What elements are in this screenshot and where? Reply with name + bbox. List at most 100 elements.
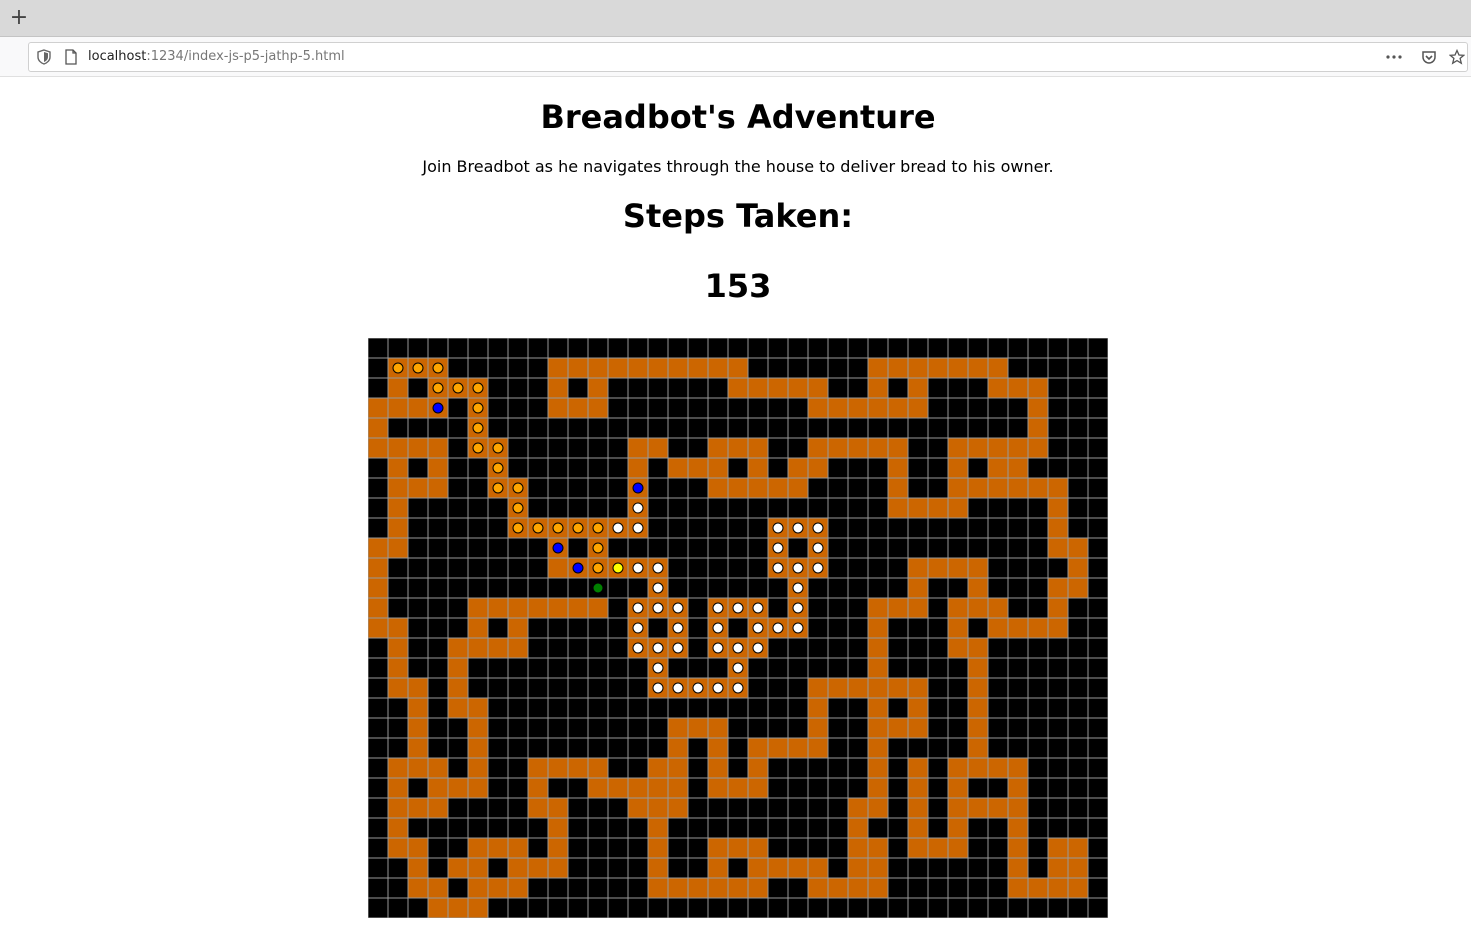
browser-tab-strip: + bbox=[0, 0, 1471, 37]
path-tile bbox=[388, 478, 408, 498]
frontier-marker bbox=[772, 542, 784, 554]
frontier-marker bbox=[732, 662, 744, 674]
path-tile bbox=[848, 798, 868, 818]
path-tile bbox=[388, 618, 408, 638]
path-tile bbox=[868, 358, 888, 378]
new-tab-button[interactable]: + bbox=[8, 4, 30, 32]
visited-marker bbox=[512, 482, 524, 494]
path-tile bbox=[888, 498, 908, 518]
path-tile bbox=[928, 558, 948, 578]
path-tile bbox=[808, 738, 828, 758]
path-tile bbox=[748, 878, 768, 898]
path-tile bbox=[948, 638, 968, 658]
path-tile bbox=[1048, 598, 1068, 618]
path-tile bbox=[1068, 858, 1088, 878]
path-tile bbox=[428, 478, 448, 498]
shield-icon[interactable] bbox=[37, 49, 51, 65]
url-text[interactable]: localhost:1234/index-js-p5-jathp-5.html bbox=[88, 48, 345, 66]
page-content: Breadbot's Adventure Join Breadbot as he… bbox=[0, 77, 1471, 930]
path-tile bbox=[888, 438, 908, 458]
path-tile bbox=[908, 358, 928, 378]
path-tile bbox=[988, 598, 1008, 618]
path-tile bbox=[548, 818, 568, 838]
path-tile bbox=[868, 698, 888, 718]
path-tile bbox=[708, 858, 728, 878]
path-tile bbox=[468, 878, 488, 898]
path-tile bbox=[788, 738, 808, 758]
browser-nav-bar: localhost:1234/index-js-p5-jathp-5.html bbox=[0, 37, 1471, 77]
path-tile bbox=[388, 678, 408, 698]
path-tile bbox=[648, 358, 668, 378]
path-tile bbox=[1008, 838, 1028, 858]
path-tile bbox=[728, 438, 748, 458]
frontier-marker bbox=[652, 562, 664, 574]
path-tile bbox=[668, 718, 688, 738]
path-tile bbox=[708, 878, 728, 898]
path-tile bbox=[628, 798, 648, 818]
path-tile bbox=[368, 438, 388, 458]
path-tile bbox=[768, 858, 788, 878]
path-tile bbox=[908, 678, 928, 698]
path-tile bbox=[968, 578, 988, 598]
path-tile bbox=[708, 778, 728, 798]
path-tile bbox=[1068, 838, 1088, 858]
maze-board[interactable] bbox=[368, 338, 1108, 918]
path-tile bbox=[688, 458, 708, 478]
path-tile bbox=[608, 778, 628, 798]
path-tile bbox=[908, 838, 928, 858]
path-tile bbox=[868, 598, 888, 618]
path-tile bbox=[848, 398, 868, 418]
path-tile bbox=[868, 438, 888, 458]
path-tile bbox=[528, 858, 548, 878]
path-tile bbox=[1048, 838, 1068, 858]
path-tile bbox=[1008, 478, 1028, 498]
address-bar[interactable]: localhost:1234/index-js-p5-jathp-5.html bbox=[28, 42, 1468, 72]
path-tile bbox=[908, 758, 928, 778]
path-tile bbox=[1068, 558, 1088, 578]
path-tile bbox=[748, 478, 768, 498]
path-tile bbox=[768, 738, 788, 758]
path-tile bbox=[768, 378, 788, 398]
path-tile bbox=[448, 778, 468, 798]
path-tile bbox=[708, 838, 728, 858]
path-tile bbox=[988, 458, 1008, 478]
frontier-marker bbox=[812, 542, 824, 554]
path-tile bbox=[488, 878, 508, 898]
path-tile bbox=[488, 638, 508, 658]
path-tile bbox=[548, 798, 568, 818]
path-tile bbox=[988, 478, 1008, 498]
path-tile bbox=[748, 738, 768, 758]
path-tile bbox=[388, 638, 408, 658]
path-tile bbox=[428, 758, 448, 778]
path-tile bbox=[1028, 878, 1048, 898]
frontier-marker bbox=[632, 502, 644, 514]
visited-marker bbox=[592, 522, 604, 534]
pocket-icon[interactable] bbox=[1421, 49, 1437, 65]
path-tile bbox=[808, 698, 828, 718]
path-tile bbox=[508, 858, 528, 878]
maze-canvas[interactable] bbox=[368, 338, 1108, 918]
path-tile bbox=[788, 478, 808, 498]
url-host: localhost bbox=[88, 49, 147, 64]
path-tile bbox=[508, 598, 528, 618]
path-tile bbox=[708, 358, 728, 378]
path-tile bbox=[908, 578, 928, 598]
bookmark-star-icon[interactable] bbox=[1449, 49, 1465, 65]
path-tile bbox=[888, 458, 908, 478]
path-tile bbox=[368, 398, 388, 418]
path-tile bbox=[868, 378, 888, 398]
path-tile bbox=[408, 738, 428, 758]
path-tile bbox=[708, 758, 728, 778]
path-tile bbox=[408, 718, 428, 738]
path-tile bbox=[1008, 778, 1028, 798]
path-tile bbox=[548, 598, 568, 618]
frontier-marker bbox=[672, 622, 684, 634]
visited-marker bbox=[572, 522, 584, 534]
path-tile bbox=[1048, 858, 1068, 878]
visited-marker bbox=[472, 422, 484, 434]
path-tile bbox=[688, 878, 708, 898]
path-tile bbox=[908, 558, 928, 578]
path-tile bbox=[548, 558, 568, 578]
more-actions-icon[interactable] bbox=[1385, 49, 1403, 65]
path-tile bbox=[928, 838, 948, 858]
